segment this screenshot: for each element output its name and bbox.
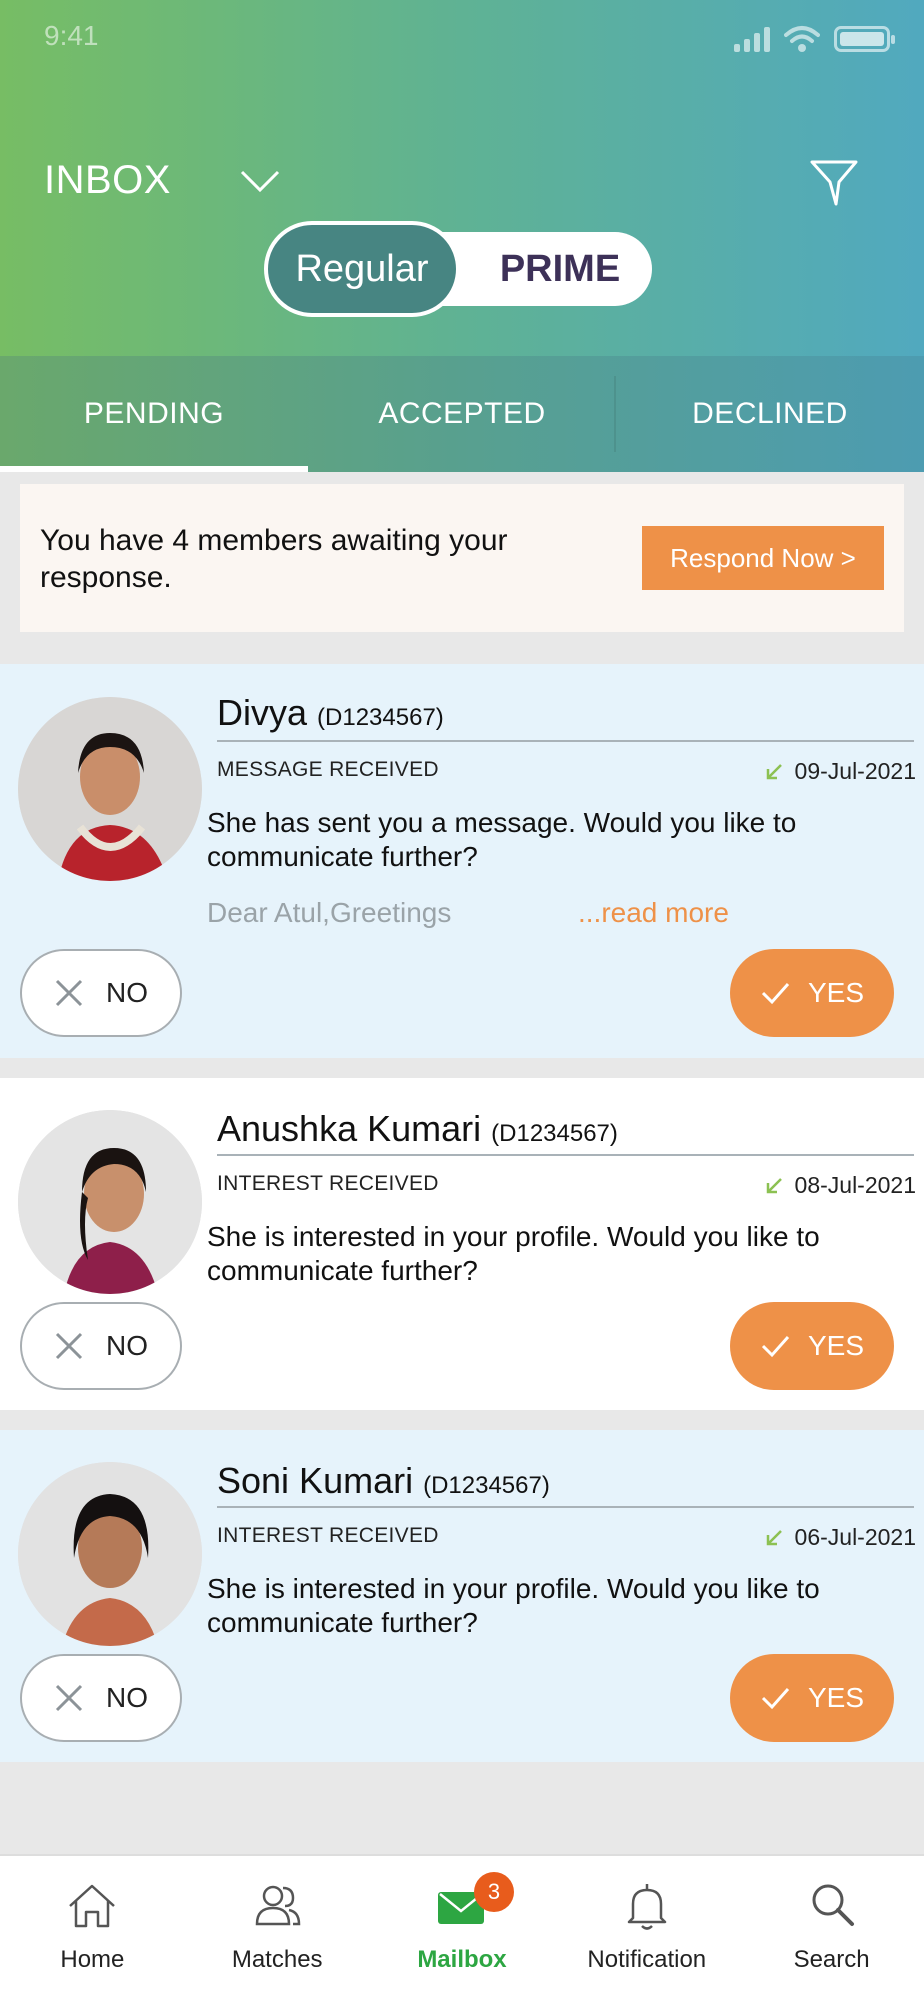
avatar[interactable] xyxy=(18,1462,202,1646)
divider xyxy=(217,1506,914,1508)
tab-accepted[interactable]: ACCEPTED xyxy=(308,356,616,472)
battery-icon xyxy=(834,26,895,52)
profile-id: (D1234567) xyxy=(423,1472,550,1499)
header: 9:41 INBOX Regular PRIME PENDING ACCEPTE… xyxy=(0,0,924,472)
card-message: She is interested in your profile. Would… xyxy=(207,1221,820,1286)
search-icon xyxy=(812,1884,854,1926)
message-type: INTEREST RECEIVED xyxy=(217,1172,439,1195)
accept-button[interactable]: YES xyxy=(730,1302,894,1390)
received-date: 06-Jul-2021 xyxy=(765,1524,916,1551)
profile-name[interactable]: Anushka Kumari (D1234567) xyxy=(217,1108,618,1150)
read-more-link[interactable]: ...read more xyxy=(578,897,729,929)
divider xyxy=(217,1154,914,1156)
profile-card: Anushka Kumari (D1234567) INTEREST RECEIV… xyxy=(0,1078,924,1410)
nav-home[interactable]: Home xyxy=(0,1856,185,2000)
status-time: 9:41 xyxy=(44,20,99,51)
profile-id: (D1234567) xyxy=(317,704,444,731)
accept-button[interactable]: YES xyxy=(730,949,894,1037)
avatar[interactable] xyxy=(18,697,202,881)
divider xyxy=(217,740,914,742)
profile-card: Divya (D1234567) MESSAGE RECEIVED 09-Jul-… xyxy=(0,664,924,1058)
nav-matches[interactable]: Matches xyxy=(185,1856,370,2000)
wifi-icon xyxy=(784,26,820,52)
bell-icon xyxy=(627,1884,667,1930)
users-icon xyxy=(255,1885,301,1926)
check-icon xyxy=(761,983,790,1005)
received-date: 08-Jul-2021 xyxy=(765,1172,916,1199)
check-icon xyxy=(761,1688,790,1710)
profile-card: Soni Kumari (D1234567) INTEREST RECEIVED … xyxy=(0,1430,924,1762)
regular-prime-toggle[interactable]: Regular PRIME xyxy=(264,221,660,317)
nav-search[interactable]: Search xyxy=(739,1856,924,2000)
accept-button[interactable]: YES xyxy=(730,1654,894,1742)
tab-declined[interactable]: DECLINED xyxy=(616,356,924,472)
tab-divider xyxy=(614,376,616,452)
bottom-nav: Home Matches 3 Mailbox Notification Sear… xyxy=(0,1854,924,2000)
decline-button[interactable]: NO xyxy=(20,949,182,1037)
status-icons xyxy=(734,24,895,54)
close-icon xyxy=(55,1332,83,1360)
banner-text: You have 4 members awaiting your respons… xyxy=(40,524,508,594)
nav-mailbox[interactable]: 3 Mailbox xyxy=(370,1856,555,2000)
message-type: INTEREST RECEIVED xyxy=(217,1524,439,1547)
home-icon xyxy=(69,1884,116,1928)
awaiting-response-banner: You have 4 members awaiting your respons… xyxy=(20,484,904,632)
received-date: 09-Jul-2021 xyxy=(765,758,916,785)
inbox-tabs: PENDING ACCEPTED DECLINED xyxy=(0,356,924,472)
filter-icon[interactable] xyxy=(808,156,860,208)
profile-name[interactable]: Divya (D1234567) xyxy=(217,692,444,734)
message-type: MESSAGE RECEIVED xyxy=(217,758,439,781)
inbox-title[interactable]: INBOX xyxy=(44,158,171,203)
message-preview: Dear Atul,Greetings xyxy=(207,897,452,928)
close-icon xyxy=(55,979,83,1007)
respond-now-button[interactable]: Respond Now > xyxy=(642,526,884,590)
decline-button[interactable]: NO xyxy=(20,1302,182,1390)
incoming-arrow-icon xyxy=(766,1529,782,1545)
profile-id: (D1234567) xyxy=(491,1120,618,1147)
toggle-regular[interactable]: Regular xyxy=(264,221,460,317)
incoming-arrow-icon xyxy=(766,763,782,779)
avatar[interactable] xyxy=(18,1110,202,1294)
chevron-down-icon[interactable] xyxy=(238,166,282,196)
status-bar: 9:41 xyxy=(0,0,924,75)
nav-notification[interactable]: Notification xyxy=(554,1856,739,2000)
tab-pending[interactable]: PENDING xyxy=(0,356,308,472)
card-message: She has sent you a message. Would you li… xyxy=(207,807,797,872)
active-tab-indicator xyxy=(0,466,308,472)
profile-name[interactable]: Soni Kumari (D1234567) xyxy=(217,1460,550,1502)
close-icon xyxy=(55,1684,83,1712)
card-message: She is interested in your profile. Would… xyxy=(207,1573,820,1638)
mailbox-badge: 3 xyxy=(473,1872,514,1912)
mail-icon-wrap: 3 xyxy=(434,1872,514,1934)
toggle-prime[interactable]: PRIME xyxy=(460,221,660,317)
incoming-arrow-icon xyxy=(766,1177,782,1193)
decline-button[interactable]: NO xyxy=(20,1654,182,1742)
check-icon xyxy=(761,1336,790,1358)
signal-icon xyxy=(734,26,770,52)
